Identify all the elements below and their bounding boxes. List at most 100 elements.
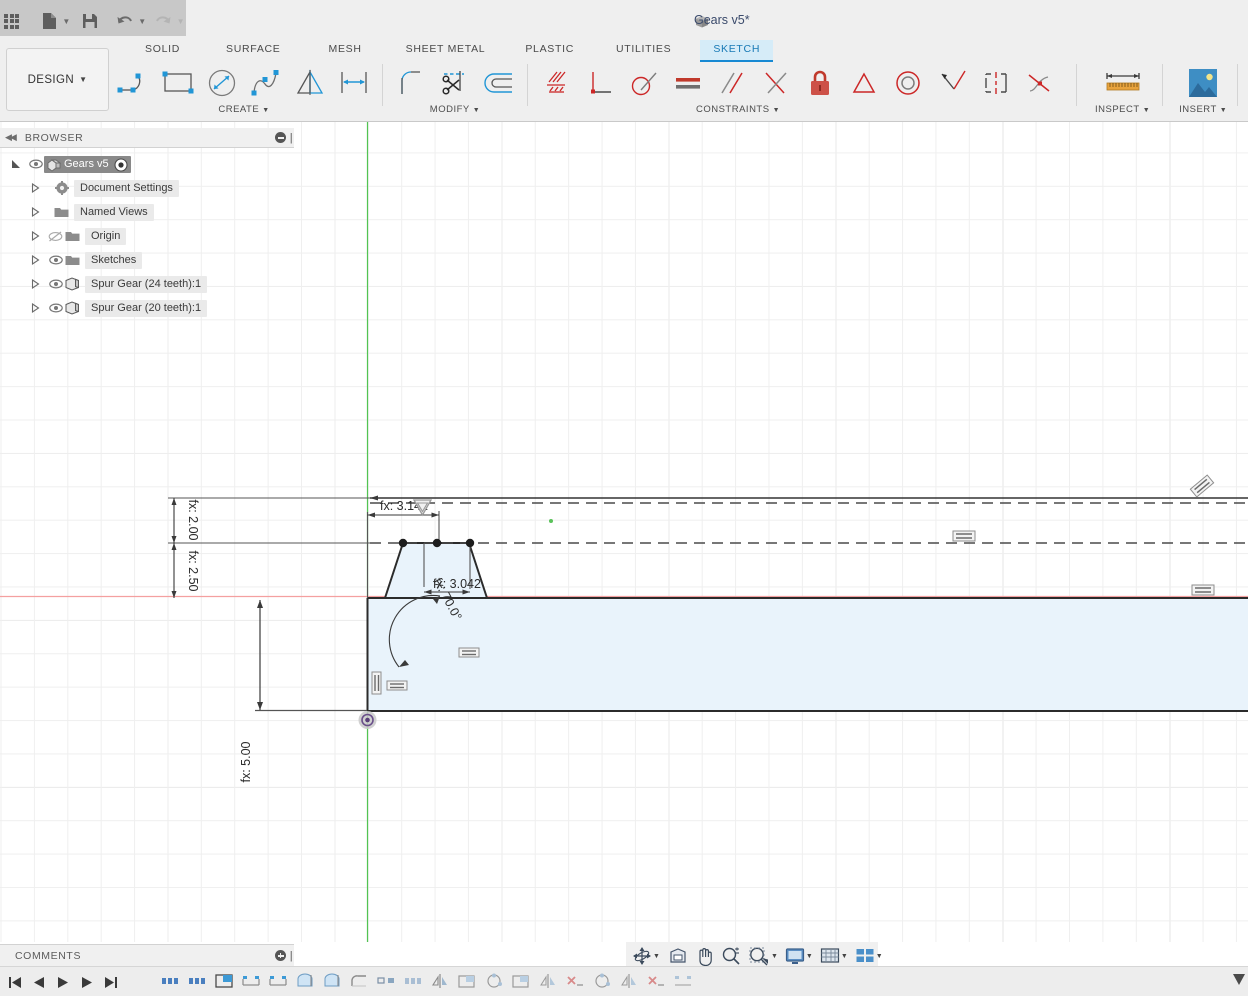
collapse-left-icon[interactable]: ◀◀ xyxy=(5,132,17,143)
pan-hand-icon[interactable] xyxy=(695,944,714,968)
tree-label[interactable]: Spur Gear (20 teeth):1 xyxy=(85,299,208,317)
timeline-feature-extrude-icon[interactable] xyxy=(214,973,234,994)
expand-arrow-icon[interactable] xyxy=(30,254,42,266)
tree-row-spur-gear-20[interactable]: Spur Gear (20 teeth):1 xyxy=(0,296,294,320)
tangent-icon[interactable] xyxy=(622,61,666,105)
expand-arrow-icon[interactable] xyxy=(30,278,42,290)
midpoint-icon[interactable] xyxy=(842,61,886,105)
timeline-feature-sketch-icon[interactable] xyxy=(403,973,423,994)
timeline-feature-delete-icon[interactable] xyxy=(565,973,585,994)
tab-surface[interactable]: SURFACE xyxy=(213,40,294,62)
timeline-marker-icon[interactable] xyxy=(1232,973,1246,994)
tree-row-sketches[interactable]: Sketches xyxy=(0,248,294,272)
panel-label-constraints[interactable]: CONSTRAINTS ▼ xyxy=(696,104,780,115)
equal-constraint-glyph[interactable] xyxy=(386,680,408,691)
tree-row-document-settings[interactable]: Document Settings xyxy=(0,176,294,200)
timeline-feature-fillet-icon[interactable] xyxy=(349,973,369,994)
orbit-icon[interactable] xyxy=(632,944,652,968)
tree-row-named-views[interactable]: Named Views xyxy=(0,200,294,224)
tab-mesh[interactable]: MESH xyxy=(316,40,375,62)
dimension-dedendum[interactable]: fx: 2.50 xyxy=(171,543,201,598)
viewports-dropdown-icon[interactable]: ▼ xyxy=(876,953,883,960)
tree-label[interactable]: Origin xyxy=(85,227,127,245)
expand-arrow-icon[interactable] xyxy=(30,206,42,218)
perpendicular-icon[interactable] xyxy=(578,61,622,105)
panel-label-insert[interactable]: INSERT ▼ xyxy=(1179,104,1227,115)
parallel-constraint-glyph[interactable] xyxy=(1189,474,1215,498)
redo-dropdown-icon[interactable]: ▼ xyxy=(175,4,186,38)
panel-label-inspect[interactable]: INSPECT ▼ xyxy=(1095,104,1150,115)
expand-arrow-icon[interactable] xyxy=(30,230,42,242)
symmetry-icon[interactable] xyxy=(974,61,1018,105)
tab-sketch[interactable]: SKETCH xyxy=(700,40,774,62)
tab-sheet-metal[interactable]: SHEET METAL xyxy=(393,40,499,62)
timeline-feature-circular-pattern-icon[interactable] xyxy=(484,973,504,994)
timeline-feature-rectangular-pattern-icon[interactable] xyxy=(241,973,261,994)
spline-icon[interactable] xyxy=(244,61,288,105)
timeline-feature-sketch-icon[interactable] xyxy=(160,973,180,994)
equal-icon[interactable] xyxy=(666,61,710,105)
tree-row-origin[interactable]: Origin xyxy=(0,224,294,248)
line-icon[interactable] xyxy=(112,61,156,105)
timeline-feature-mirror-icon[interactable] xyxy=(619,973,639,994)
visibility-eye-icon[interactable] xyxy=(47,254,64,266)
app-grid-icon[interactable] xyxy=(0,4,23,38)
fillet-icon[interactable] xyxy=(389,61,433,105)
timeline-feature-delete-icon[interactable] xyxy=(646,973,666,994)
fit-dropdown-icon[interactable]: ▼ xyxy=(771,953,778,960)
offset-icon[interactable] xyxy=(477,61,521,105)
visibility-eye-hidden-icon[interactable] xyxy=(47,230,64,242)
timeline-feature-mirror-icon[interactable] xyxy=(430,973,450,994)
parallel-icon[interactable] xyxy=(710,61,754,105)
horizontal-vertical-icon[interactable] xyxy=(754,61,798,105)
circle-icon[interactable] xyxy=(200,61,244,105)
collinear-icon[interactable] xyxy=(930,61,974,105)
step-forward-icon[interactable] xyxy=(80,976,94,994)
mirror-icon[interactable] xyxy=(288,61,332,105)
timeline-feature-pattern-icon[interactable] xyxy=(673,973,693,994)
dimension-addendum[interactable]: fx: 2.00 xyxy=(171,498,201,543)
activate-radio-icon[interactable] xyxy=(114,157,128,175)
workspace-switcher-button[interactable]: DESIGN ▼ xyxy=(6,48,109,111)
rectangular-pattern-icon[interactable] xyxy=(332,61,376,105)
coincident-icon[interactable] xyxy=(534,61,578,105)
skip-end-icon[interactable] xyxy=(104,976,118,994)
zoom-icon[interactable] xyxy=(721,944,741,968)
equal-constraint-glyph[interactable] xyxy=(1191,584,1215,596)
tree-label[interactable]: Sketches xyxy=(85,251,143,269)
grid-dropdown-icon[interactable]: ▼ xyxy=(841,953,848,960)
play-icon[interactable] xyxy=(56,976,70,994)
add-comment-icon[interactable] xyxy=(275,950,286,961)
vertical-constraint-glyph[interactable] xyxy=(371,671,382,695)
panel-label-create[interactable]: CREATE ▼ xyxy=(218,104,269,115)
curvature-icon[interactable] xyxy=(1018,61,1062,105)
rectangle-icon[interactable] xyxy=(156,61,200,105)
timeline-feature-revolve-icon[interactable] xyxy=(322,973,342,994)
expand-arrow-icon[interactable] xyxy=(30,302,42,314)
tree-label[interactable]: Document Settings xyxy=(74,179,179,197)
equal-constraint-glyph[interactable] xyxy=(458,647,480,658)
timeline-feature-circular-pattern-icon[interactable] xyxy=(592,973,612,994)
timeline-feature-revolve-icon[interactable] xyxy=(295,973,315,994)
orbit-dropdown-icon[interactable]: ▼ xyxy=(653,953,660,960)
tree-label[interactable]: Named Views xyxy=(74,203,154,221)
expand-arrow-icon[interactable] xyxy=(10,158,22,170)
concentric-icon[interactable] xyxy=(886,61,930,105)
tab-utilities[interactable]: UTILITIES xyxy=(603,40,684,62)
dimension-base-height[interactable]: fx: 5.00 xyxy=(239,600,367,783)
visibility-eye-icon[interactable] xyxy=(27,158,44,170)
panel-label-modify[interactable]: MODIFY ▼ xyxy=(430,104,480,115)
timeline-feature-sketch-icon[interactable] xyxy=(187,973,207,994)
measure-ruler-icon[interactable] xyxy=(1097,61,1149,105)
visibility-eye-icon[interactable] xyxy=(47,278,64,290)
viewports-icon[interactable] xyxy=(855,944,875,968)
grid-snaps-icon[interactable] xyxy=(820,944,840,968)
redo-icon[interactable] xyxy=(152,4,175,38)
zoom-window-icon[interactable] xyxy=(748,944,770,968)
display-dropdown-icon[interactable]: ▼ xyxy=(806,953,813,960)
step-back-icon[interactable] xyxy=(32,976,46,994)
tree-label[interactable]: Spur Gear (24 teeth):1 xyxy=(85,275,208,293)
look-at-icon[interactable] xyxy=(668,944,688,968)
minimize-dot-icon[interactable] xyxy=(275,132,286,143)
tree-row-root[interactable]: Gears v5 xyxy=(0,152,294,176)
